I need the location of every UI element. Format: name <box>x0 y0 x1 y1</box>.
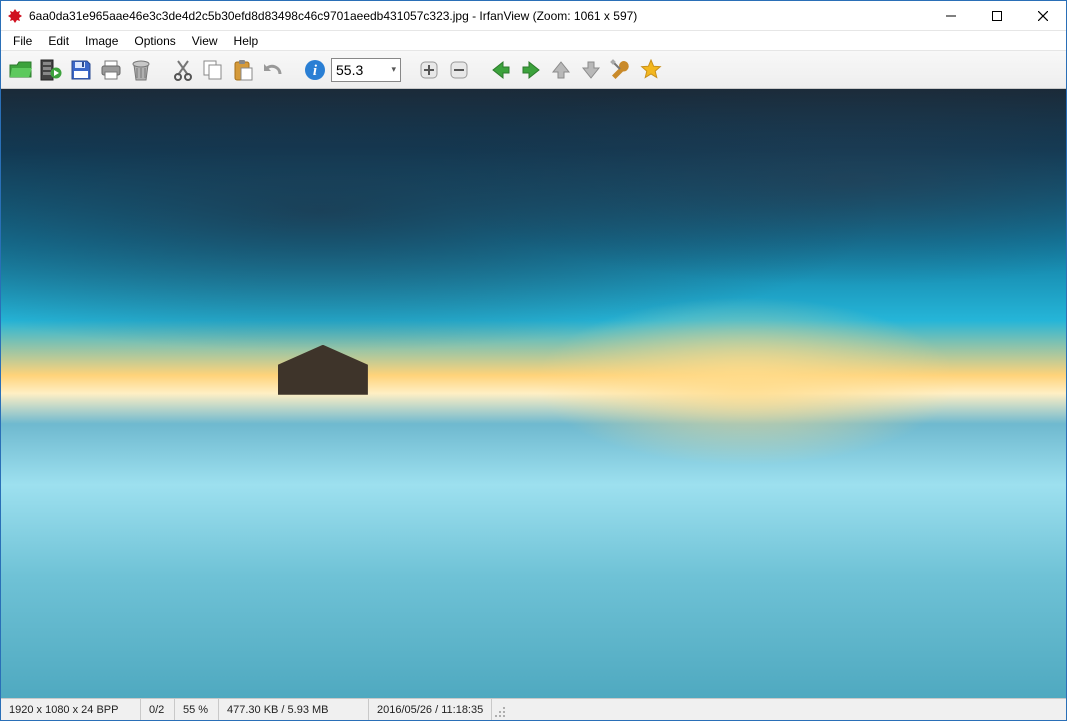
print-icon <box>100 59 122 81</box>
image-viewport[interactable] <box>1 89 1066 698</box>
app-icon <box>7 8 23 24</box>
displayed-image <box>1 89 1066 698</box>
delete-icon <box>131 59 151 81</box>
prev-button[interactable] <box>487 56 515 84</box>
zoom-out-button[interactable] <box>445 56 473 84</box>
next-icon <box>521 60 541 80</box>
up-button[interactable] <box>547 56 575 84</box>
save-button[interactable] <box>67 56 95 84</box>
paste-button[interactable] <box>229 56 257 84</box>
menu-file[interactable]: File <box>5 32 40 50</box>
cut-icon <box>173 59 193 81</box>
maximize-button[interactable] <box>974 1 1020 30</box>
info-button[interactable]: i <box>301 56 329 84</box>
prev-icon <box>491 60 511 80</box>
window-controls <box>928 1 1066 30</box>
print-button[interactable] <box>97 56 125 84</box>
zoom-in-button[interactable] <box>415 56 443 84</box>
statusbar: 1920 x 1080 x 24 BPP 0/2 55 % 477.30 KB … <box>1 698 1066 720</box>
open-button[interactable] <box>7 56 35 84</box>
undo-icon <box>262 60 284 80</box>
zoom-in-icon <box>419 60 439 80</box>
tools-icon <box>610 59 632 81</box>
favorite-button[interactable] <box>637 56 665 84</box>
status-filesize: 477.30 KB / 5.93 MB <box>219 699 369 720</box>
zoom-field[interactable]: ▾ <box>331 58 401 82</box>
resize-grip[interactable] <box>492 699 508 720</box>
titlebar: 6aa0da31e965aae46e3c3de4d2c5b30efd8d8349… <box>1 1 1066 31</box>
window-title: 6aa0da31e965aae46e3c3de4d2c5b30efd8d8349… <box>29 9 928 23</box>
menu-image[interactable]: Image <box>77 32 126 50</box>
menu-view[interactable]: View <box>184 32 226 50</box>
menu-options[interactable]: Options <box>126 32 183 50</box>
close-button[interactable] <box>1020 1 1066 30</box>
copy-icon <box>202 59 224 81</box>
status-index: 0/2 <box>141 699 175 720</box>
menubar: File Edit Image Options View Help <box>1 31 1066 51</box>
info-icon: i <box>304 59 326 81</box>
next-button[interactable] <box>517 56 545 84</box>
menu-edit[interactable]: Edit <box>40 32 77 50</box>
cut-button[interactable] <box>169 56 197 84</box>
slideshow-icon <box>40 59 62 81</box>
paste-icon <box>232 59 254 81</box>
status-datetime: 2016/05/26 / 11:18:35 <box>369 699 492 720</box>
minimize-button[interactable] <box>928 1 974 30</box>
favorite-icon <box>640 59 662 81</box>
delete-button[interactable] <box>127 56 155 84</box>
up-icon <box>551 60 571 80</box>
zoom-input[interactable] <box>336 62 380 78</box>
down-icon <box>581 60 601 80</box>
tools-button[interactable] <box>607 56 635 84</box>
status-zoom: 55 % <box>175 699 219 720</box>
down-button[interactable] <box>577 56 605 84</box>
undo-button[interactable] <box>259 56 287 84</box>
copy-button[interactable] <box>199 56 227 84</box>
menu-help[interactable]: Help <box>226 32 267 50</box>
toolbar: i ▾ <box>1 51 1066 89</box>
open-icon <box>9 60 33 80</box>
chevron-down-icon[interactable]: ▾ <box>391 64 396 75</box>
zoom-out-icon <box>449 60 469 80</box>
slideshow-button[interactable] <box>37 56 65 84</box>
status-dimensions: 1920 x 1080 x 24 BPP <box>1 699 141 720</box>
save-icon <box>70 59 92 81</box>
